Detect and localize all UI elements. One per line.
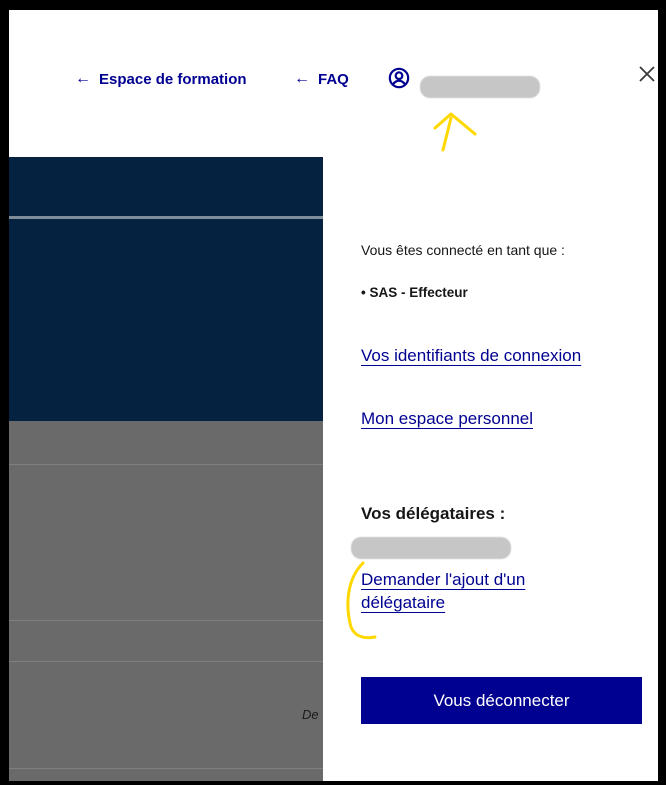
training-space-link[interactable]: ← Espace de formation <box>75 70 247 88</box>
training-space-label: Espace de formation <box>99 70 247 88</box>
logout-button[interactable]: Vous déconnecter <box>361 677 642 724</box>
redacted-user-name <box>420 76 540 98</box>
background-divider <box>9 768 323 769</box>
role-label: SAS - Effecteur <box>369 285 468 300</box>
faq-link[interactable]: ← FAQ <box>294 70 349 88</box>
modal-header: ← Espace de formation ← FAQ <box>9 10 658 157</box>
user-account[interactable] <box>388 67 540 98</box>
role-item: • SAS - Effecteur <box>361 285 468 300</box>
background-page-grey-section <box>9 421 323 781</box>
faq-label: FAQ <box>318 70 349 88</box>
background-divider <box>9 661 323 662</box>
personal-space-link[interactable]: Mon espace personnel <box>361 409 533 429</box>
background-divider <box>9 216 323 219</box>
request-delegate-link[interactable]: Demander l'ajout d'un délégataire <box>361 568 601 614</box>
annotation-arrow-icon <box>433 112 477 152</box>
background-divider <box>9 464 323 465</box>
background-divider <box>9 620 323 621</box>
connected-as-label: Vous êtes connecté en tant que : <box>361 242 565 258</box>
screenshot-frame: ← Espace de formation ← FAQ De Vous êtes… <box>0 0 666 785</box>
close-icon[interactable] <box>637 64 657 84</box>
annotation-bracket-icon <box>346 561 377 640</box>
arrow-left-icon: ← <box>75 70 91 87</box>
user-circle-icon <box>388 67 410 89</box>
background-page-dark-section <box>9 157 323 421</box>
account-panel: Vous êtes connecté en tant que : • SAS -… <box>323 157 658 781</box>
arrow-left-icon: ← <box>294 70 310 87</box>
credentials-link[interactable]: Vos identifiants de connexion <box>361 346 581 366</box>
delegates-heading: Vos délégataires : <box>361 504 506 523</box>
redacted-delegate-name <box>351 537 511 559</box>
background-partial-text: De <box>302 707 319 722</box>
